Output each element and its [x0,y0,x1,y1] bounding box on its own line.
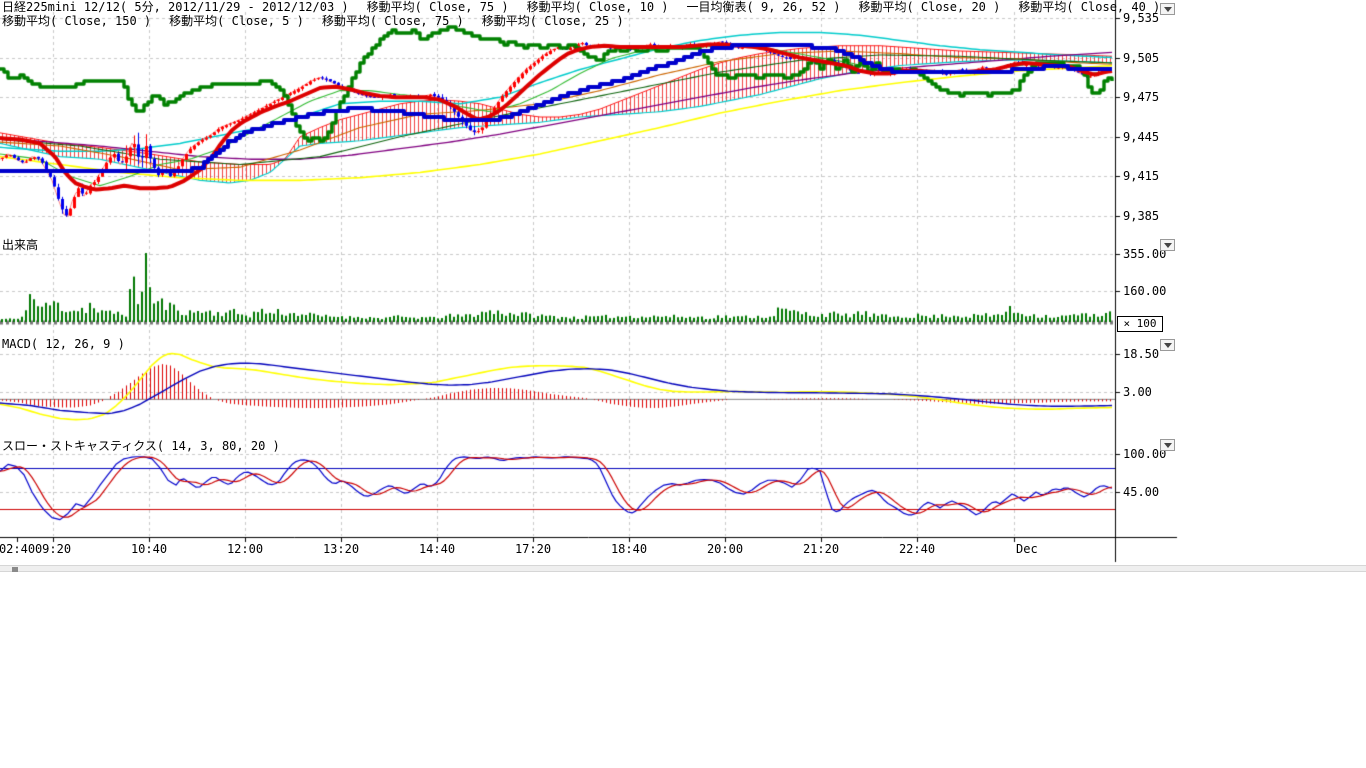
macd-axis-label: 18.50 [1123,347,1159,361]
macd-pane-dropdown-button[interactable] [1160,339,1175,351]
macd-pane-label: MACD( 12, 26, 9 ) [2,337,125,351]
stochastics-axis-label: 45.00 [1123,485,1159,499]
horizontal-scrollbar[interactable] [0,565,1366,572]
legend-ma5: 移動平均( Close, 5 ) [169,14,304,28]
legend-ichimoku: 一目均衡表( 9, 26, 52 ) [687,0,841,14]
stochastics-pane-label: スロー・ストキャスティクス( 14, 3, 80, 20 ) [2,437,280,454]
price-axis-label: 9,385 [1123,209,1159,223]
legend-ma10: 移動平均( Close, 10 ) [527,0,669,14]
legend-ma75b: 移動平均( Close, 75 ) [322,14,464,28]
time-axis-label: 17:20 [511,542,555,556]
price-pane-dropdown-button[interactable] [1160,3,1175,15]
time-axis-label: 22:40 [895,542,939,556]
time-axis-label: 13:20 [319,542,363,556]
legend-ma20: 移動平均( Close, 20 ) [858,0,1000,14]
price-axis-label: 9,505 [1123,51,1159,65]
price-axis-label: 9,415 [1123,169,1159,183]
scrollbar-thumb[interactable] [12,567,18,572]
volume-pane-label: 出来高 [2,236,38,253]
legend-ma150: 移動平均( Close, 150 ) [2,14,151,28]
time-axis-label: 09:20 [31,542,75,556]
chart-application-window: 日経225mini 12/12( 5分, 2012/11/29 - 2012/1… [0,0,1366,768]
price-axis-label: 9,445 [1123,130,1159,144]
stochastics-pane-dropdown-button[interactable] [1160,439,1175,451]
time-axis-label: 18:40 [607,542,651,556]
price-volume-macd-stochastics-chart-canvas [0,0,1180,575]
time-axis-label: 12:00 [223,542,267,556]
price-axis-label: 9,535 [1123,11,1159,25]
time-axis-label: 20:00 [703,542,747,556]
macd-axis-label: 3.00 [1123,385,1152,399]
volume-multiplier-badge: × 100 [1117,316,1163,332]
volume-pane-dropdown-button[interactable] [1160,239,1175,251]
legend-ma75: 移動平均( Close, 75 ) [367,0,509,14]
time-axis-label: 21:20 [799,542,843,556]
time-axis-label: 14:40 [415,542,459,556]
legend-ma25: 移動平均( Close, 25 ) [482,14,624,28]
volume-axis-label: 160.00 [1123,284,1166,298]
chart-title: 日経225mini 12/12( 5分, 2012/11/29 - 2012/1… [2,0,349,14]
time-axis-label-dec: Dec [1016,542,1060,556]
legend-line-1: 日経225mini 12/12( 5分, 2012/11/29 - 2012/1… [2,1,1178,14]
legend-line-2: 移動平均( Close, 150 ) 移動平均( Close, 5 ) 移動平均( … [2,15,642,28]
time-axis-label: 10:40 [127,542,171,556]
price-axis-label: 9,475 [1123,90,1159,104]
